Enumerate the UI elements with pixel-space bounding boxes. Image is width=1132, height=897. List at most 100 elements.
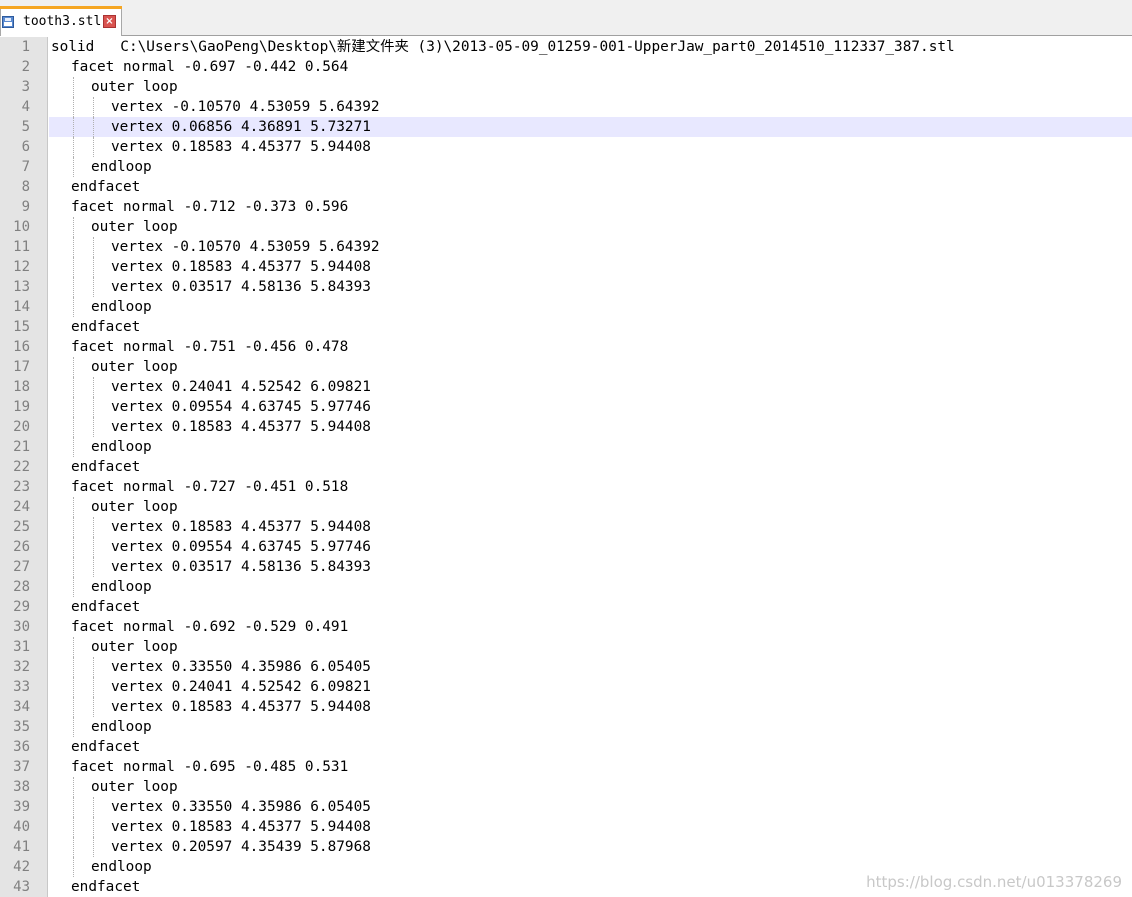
code-line[interactable]: 4 vertex -0.10570 4.53059 5.64392	[0, 97, 1132, 117]
line-text-area[interactable]: vertex 0.03517 4.58136 5.84393	[49, 277, 1132, 297]
code-line[interactable]: 10 outer loop	[0, 217, 1132, 237]
code-line[interactable]: 27 vertex 0.03517 4.58136 5.84393	[0, 557, 1132, 577]
line-text-area[interactable]: vertex -0.10570 4.53059 5.64392	[49, 237, 1132, 257]
line-text-area[interactable]: vertex 0.33550 4.35986 6.05405	[49, 657, 1132, 677]
code-line[interactable]: 9 facet normal -0.712 -0.373 0.596	[0, 197, 1132, 217]
code-line[interactable]: 14 endloop	[0, 297, 1132, 317]
line-text-area[interactable]: endloop	[49, 157, 1132, 177]
line-text-area[interactable]: vertex 0.24041 4.52542 6.09821	[49, 677, 1132, 697]
code-line[interactable]: 29 endfacet	[0, 597, 1132, 617]
code-line[interactable]: 36 endfacet	[0, 737, 1132, 757]
code-line[interactable]: 6 vertex 0.18583 4.45377 5.94408	[0, 137, 1132, 157]
code-line[interactable]: 12 vertex 0.18583 4.45377 5.94408	[0, 257, 1132, 277]
code-line[interactable]: 19 vertex 0.09554 4.63745 5.97746	[0, 397, 1132, 417]
line-text-area[interactable]: facet normal -0.751 -0.456 0.478	[49, 337, 1132, 357]
code-line[interactable]: 25 vertex 0.18583 4.45377 5.94408	[0, 517, 1132, 537]
line-code: endfacet	[71, 879, 141, 895]
code-line[interactable]: 20 vertex 0.18583 4.45377 5.94408	[0, 417, 1132, 437]
line-text-area[interactable]: vertex -0.10570 4.53059 5.64392	[49, 97, 1132, 117]
code-line[interactable]: 8 endfacet	[0, 177, 1132, 197]
line-code: vertex 0.03517 4.58136 5.84393	[111, 279, 371, 295]
line-text-area[interactable]: endloop	[49, 577, 1132, 597]
line-text-area[interactable]: vertex 0.09554 4.63745 5.97746	[49, 397, 1132, 417]
code-line[interactable]: 2 facet normal -0.697 -0.442 0.564	[0, 57, 1132, 77]
code-line[interactable]: 30 facet normal -0.692 -0.529 0.491	[0, 617, 1132, 637]
code-line[interactable]: 33 vertex 0.24041 4.52542 6.09821	[0, 677, 1132, 697]
code-line[interactable]: 17 outer loop	[0, 357, 1132, 377]
line-text-area[interactable]: facet normal -0.697 -0.442 0.564	[49, 57, 1132, 77]
text-editor[interactable]: 1 solid C:\Users\GaoPeng\Desktop\新建文件夹 (3…	[0, 37, 1132, 897]
line-number: 6	[21, 139, 30, 155]
code-line[interactable]: 38 outer loop	[0, 777, 1132, 797]
line-text-area[interactable]: vertex 0.24041 4.52542 6.09821	[49, 377, 1132, 397]
line-text-area[interactable]: vertex 0.18583 4.45377 5.94408	[49, 417, 1132, 437]
line-number: 16	[13, 339, 30, 355]
code-line[interactable]: 24 outer loop	[0, 497, 1132, 517]
line-number: 35	[13, 719, 30, 735]
line-text-area[interactable]: vertex 0.18583 4.45377 5.94408	[49, 257, 1132, 277]
code-line[interactable]: 35 endloop	[0, 717, 1132, 737]
code-line[interactable]: 1 solid C:\Users\GaoPeng\Desktop\新建文件夹 (3…	[0, 37, 1132, 57]
line-text-area[interactable]: vertex 0.20597 4.35439 5.87968	[49, 837, 1132, 857]
code-line[interactable]: 13 vertex 0.03517 4.58136 5.84393	[0, 277, 1132, 297]
code-line[interactable]: 37 facet normal -0.695 -0.485 0.531	[0, 757, 1132, 777]
line-text-area[interactable]: endloop	[49, 437, 1132, 457]
code-line[interactable]: 39 vertex 0.33550 4.35986 6.05405	[0, 797, 1132, 817]
code-line[interactable]: 26 vertex 0.09554 4.63745 5.97746	[0, 537, 1132, 557]
code-line[interactable]: 3 outer loop	[0, 77, 1132, 97]
line-text-area[interactable]: vertex 0.09554 4.63745 5.97746	[49, 537, 1132, 557]
line-text-area[interactable]: outer loop	[49, 637, 1132, 657]
line-text-area[interactable]: facet normal -0.695 -0.485 0.531	[49, 757, 1132, 777]
line-number: 28	[13, 579, 30, 595]
line-text-area[interactable]: vertex 0.18583 4.45377 5.94408	[49, 517, 1132, 537]
code-line[interactable]: 23 facet normal -0.727 -0.451 0.518	[0, 477, 1132, 497]
code-line[interactable]: 11 vertex -0.10570 4.53059 5.64392	[0, 237, 1132, 257]
code-line[interactable]: 40 vertex 0.18583 4.45377 5.94408	[0, 817, 1132, 837]
code-line[interactable]: 15 endfacet	[0, 317, 1132, 337]
line-text-area[interactable]: facet normal -0.727 -0.451 0.518	[49, 477, 1132, 497]
line-text-area[interactable]: endloop	[49, 297, 1132, 317]
line-text-area[interactable]: facet normal -0.712 -0.373 0.596	[49, 197, 1132, 217]
code-line[interactable]: 41 vertex 0.20597 4.35439 5.87968	[0, 837, 1132, 857]
code-line[interactable]: 5 vertex 0.06856 4.36891 5.73271	[0, 117, 1132, 137]
code-line[interactable]: 28 endloop	[0, 577, 1132, 597]
code-line[interactable]: 18 vertex 0.24041 4.52542 6.09821	[0, 377, 1132, 397]
file-tab[interactable]: tooth3.stl ×	[0, 6, 122, 36]
line-text-area[interactable]: vertex 0.18583 4.45377 5.94408	[49, 137, 1132, 157]
line-text-area[interactable]: outer loop	[49, 777, 1132, 797]
code-line[interactable]: 32 vertex 0.33550 4.35986 6.05405	[0, 657, 1132, 677]
line-number: 19	[13, 399, 30, 415]
line-text-area[interactable]: facet normal -0.692 -0.529 0.491	[49, 617, 1132, 637]
line-text-area[interactable]: solid C:\Users\GaoPeng\Desktop\新建文件夹 (3)…	[49, 37, 1132, 57]
line-text-area[interactable]: endfacet	[49, 737, 1132, 757]
indent-guide	[93, 817, 94, 837]
line-text-area[interactable]: vertex 0.03517 4.58136 5.84393	[49, 557, 1132, 577]
line-text-area[interactable]: endfacet	[49, 317, 1132, 337]
line-code: vertex 0.18583 4.45377 5.94408	[111, 419, 371, 435]
line-text-area[interactable]: outer loop	[49, 217, 1132, 237]
line-text-area[interactable]: outer loop	[49, 357, 1132, 377]
line-text-area[interactable]: vertex 0.33550 4.35986 6.05405	[49, 797, 1132, 817]
line-number: 40	[13, 819, 30, 835]
line-number: 13	[13, 279, 30, 295]
code-line[interactable]: 7 endloop	[0, 157, 1132, 177]
line-text-area[interactable]: endfacet	[49, 177, 1132, 197]
close-icon[interactable]: ×	[103, 15, 116, 28]
line-text-area[interactable]: endfacet	[49, 597, 1132, 617]
code-line[interactable]: 21 endloop	[0, 437, 1132, 457]
line-text-area[interactable]: vertex 0.06856 4.36891 5.73271	[49, 117, 1132, 137]
line-text-area[interactable]: outer loop	[49, 77, 1132, 97]
code-line[interactable]: 22 endfacet	[0, 457, 1132, 477]
line-text-area[interactable]: endloop	[49, 717, 1132, 737]
line-number: 14	[13, 299, 30, 315]
code-line[interactable]: 16 facet normal -0.751 -0.456 0.478	[0, 337, 1132, 357]
line-code: endloop	[91, 579, 152, 595]
code-line[interactable]: 31 outer loop	[0, 637, 1132, 657]
code-line[interactable]: 34 vertex 0.18583 4.45377 5.94408	[0, 697, 1132, 717]
line-text-area[interactable]: vertex 0.18583 4.45377 5.94408	[49, 697, 1132, 717]
line-text-area[interactable]: endfacet	[49, 457, 1132, 477]
line-code: vertex 0.09554 4.63745 5.97746	[111, 399, 371, 415]
indent-guide	[93, 657, 94, 677]
line-text-area[interactable]: outer loop	[49, 497, 1132, 517]
line-text-area[interactable]: vertex 0.18583 4.45377 5.94408	[49, 817, 1132, 837]
